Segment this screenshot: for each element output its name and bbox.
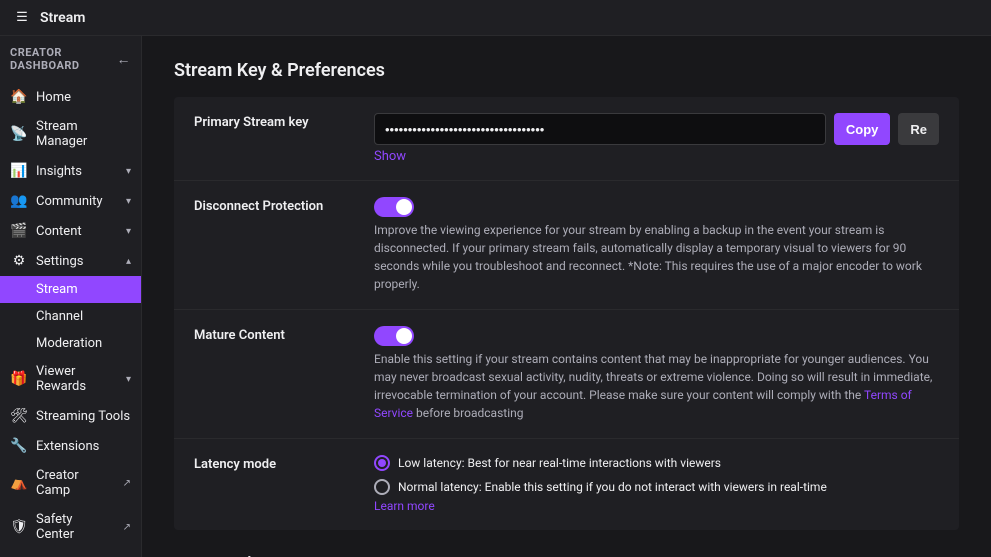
creator-dashboard-label: CREATOR DASHBOARD: [10, 46, 117, 72]
latency-mode-row: Latency mode Low latency: Best for near …: [174, 439, 959, 530]
stream-key-section: Primary Stream key Copy Re Show Disconne…: [174, 97, 959, 530]
sidebar-item-viewer-rewards[interactable]: 🎁 Viewer Rewards ▾: [0, 357, 141, 401]
stream-manager-icon: 📡: [10, 126, 28, 142]
sidebar-item-moderation[interactable]: Moderation: [0, 330, 141, 357]
sidebar: CREATOR DASHBOARD ← 🏠 Home 📡 Stream Mana…: [0, 36, 142, 557]
low-latency-radio[interactable]: [374, 455, 390, 471]
sidebar-item-stream-manager[interactable]: 📡 Stream Manager: [0, 112, 141, 156]
stream-key-input-row: Copy Re: [374, 113, 939, 145]
sidebar-item-creator-camp[interactable]: ⛺ Creator Camp ↗: [0, 461, 141, 505]
low-latency-label: Low latency: Best for near real-time int…: [398, 456, 721, 470]
low-latency-option[interactable]: Low latency: Best for near real-time int…: [374, 455, 939, 471]
sidebar-item-label: Insights: [36, 164, 82, 179]
insights-icon: 📊: [10, 163, 28, 179]
sidebar-item-label: Community: [36, 194, 103, 209]
sidebar-item-label: Viewer Rewards: [36, 364, 118, 394]
safety-center-icon: 🛡: [10, 519, 28, 535]
sidebar-item-label: Streaming Tools: [36, 409, 130, 424]
latency-mode-label: Latency mode: [194, 455, 354, 472]
external-link-icon: ↗: [123, 522, 131, 533]
sidebar-item-channel[interactable]: Channel: [0, 303, 141, 330]
disconnect-protection-label: Disconnect Protection: [194, 197, 354, 214]
topbar: ☰ Stream: [0, 0, 991, 36]
stream-key-input[interactable]: [374, 113, 826, 145]
sidebar-item-stream[interactable]: Stream: [0, 276, 141, 303]
stream-key-control: Copy Re Show: [374, 113, 939, 164]
app-title: Stream: [40, 10, 85, 26]
disconnect-protection-toggle[interactable]: [374, 197, 414, 217]
sidebar-header: CREATOR DASHBOARD ←: [0, 36, 141, 82]
sidebar-item-label: Creator Camp: [36, 468, 111, 498]
extensions-icon: 🔧: [10, 438, 28, 454]
disconnect-protection-description: Improve the viewing experience for your …: [374, 221, 939, 293]
content-icon: 🎬: [10, 223, 28, 239]
sidebar-item-home[interactable]: 🏠 Home: [0, 82, 141, 112]
normal-latency-radio[interactable]: [374, 479, 390, 495]
sidebar-item-label: Content: [36, 224, 82, 239]
chevron-down-icon: ▾: [126, 374, 131, 385]
disconnect-protection-control: Improve the viewing experience for your …: [374, 197, 939, 293]
creator-camp-icon: ⛺: [10, 475, 28, 491]
disconnect-protection-row: Disconnect Protection Improve the viewin…: [174, 181, 959, 310]
chevron-down-icon: ▾: [126, 166, 131, 177]
mature-content-label: Mature Content: [194, 326, 354, 343]
settings-icon: ⚙: [10, 253, 28, 269]
mature-content-toggle[interactable]: [374, 326, 414, 346]
sidebar-item-label: Stream Manager: [36, 119, 131, 149]
sidebar-item-community[interactable]: 👥 Community ▾: [0, 186, 141, 216]
sidebar-item-label: Safety Center: [36, 512, 111, 542]
menu-icon[interactable]: ☰: [12, 8, 32, 28]
chevron-down-icon: ▾: [126, 226, 131, 237]
sidebar-item-settings[interactable]: ⚙ Settings ▴: [0, 246, 141, 276]
main-content: Stream Key & Preferences Primary Stream …: [142, 36, 991, 557]
latency-radio-group: Low latency: Best for near real-time int…: [374, 455, 939, 495]
learn-more-link[interactable]: Learn more: [374, 499, 435, 513]
sidebar-collapse-button[interactable]: ←: [117, 51, 132, 68]
normal-latency-option[interactable]: Normal latency: Enable this setting if y…: [374, 479, 939, 495]
external-link-icon: ↗: [123, 478, 131, 489]
chevron-up-icon: ▴: [126, 256, 131, 267]
sidebar-sub-item-label: Moderation: [36, 336, 102, 351]
sidebar-item-label: Home: [36, 90, 71, 105]
sidebar-item-streaming-tools[interactable]: 🛠 Streaming Tools: [0, 401, 141, 431]
main-layout: CREATOR DASHBOARD ← 🏠 Home 📡 Stream Mana…: [0, 36, 991, 557]
show-link[interactable]: Show: [374, 149, 406, 164]
mature-content-row: Mature Content Enable this setting if yo…: [174, 310, 959, 439]
primary-stream-key-label: Primary Stream key: [194, 113, 354, 130]
stream-key-section-title: Stream Key & Preferences: [174, 60, 959, 81]
sidebar-item-label: Extensions: [36, 439, 99, 454]
sidebar-sub-item-label: Stream: [36, 282, 78, 297]
streaming-tools-icon: 🛠: [10, 408, 28, 424]
chevron-down-icon: ▾: [126, 196, 131, 207]
latency-mode-control: Low latency: Best for near real-time int…: [374, 455, 939, 514]
reset-button[interactable]: Re: [898, 113, 939, 145]
sidebar-item-safety-center[interactable]: 🛡 Safety Center ↗: [0, 505, 141, 549]
normal-latency-label: Normal latency: Enable this setting if y…: [398, 480, 827, 494]
home-icon: 🏠: [10, 89, 28, 105]
copy-button[interactable]: Copy: [834, 113, 891, 145]
stream-key-row: Primary Stream key Copy Re Show: [174, 97, 959, 181]
community-icon: 👥: [10, 193, 28, 209]
mature-content-control: Enable this setting if your stream conta…: [374, 326, 939, 422]
sidebar-item-insights[interactable]: 📊 Insights ▾: [0, 156, 141, 186]
sidebar-item-label: Settings: [36, 254, 83, 269]
viewer-rewards-icon: 🎁: [10, 371, 28, 387]
mature-content-description: Enable this setting if your stream conta…: [374, 350, 939, 422]
sidebar-sub-item-label: Channel: [36, 309, 83, 324]
sidebar-item-extensions[interactable]: 🔧 Extensions: [0, 431, 141, 461]
sidebar-item-content[interactable]: 🎬 Content ▾: [0, 216, 141, 246]
